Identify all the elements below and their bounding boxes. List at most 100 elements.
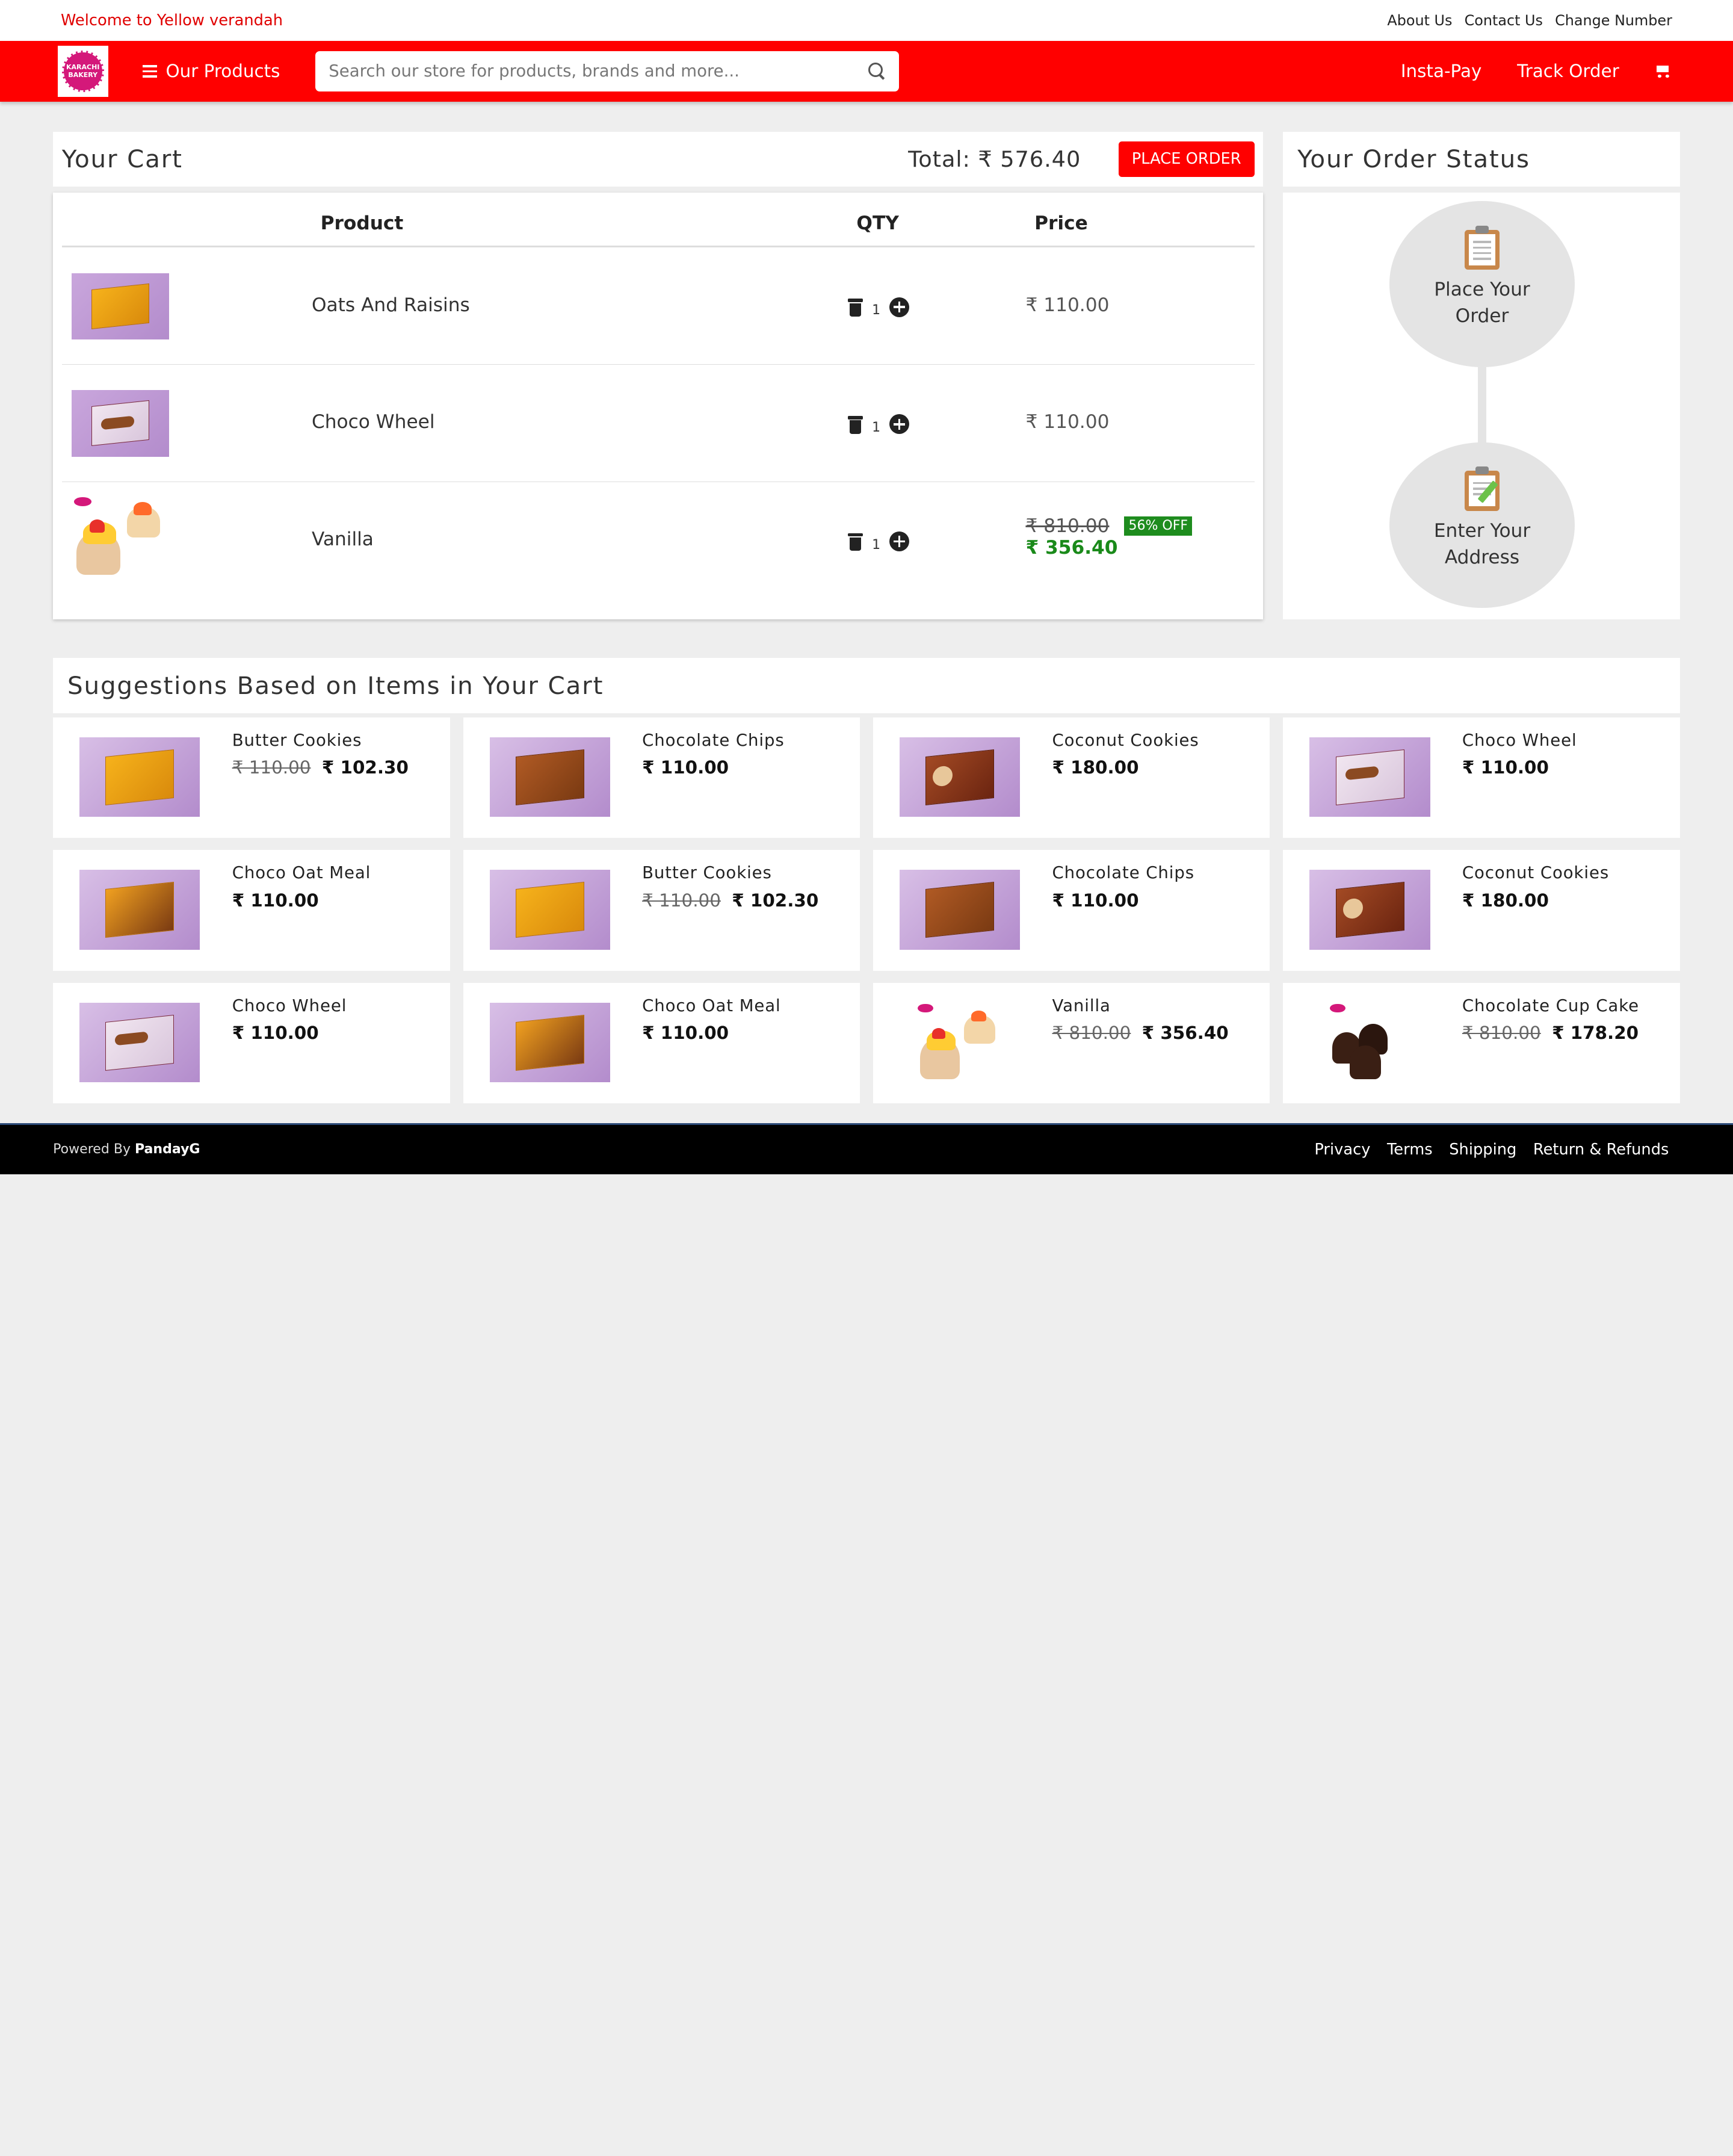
search-icon[interactable] — [868, 62, 886, 80]
discounted-price: ₹ 356.40 — [1025, 536, 1118, 559]
product-image[interactable] — [489, 870, 610, 950]
change-number-link[interactable]: Change Number — [1555, 12, 1672, 29]
search-input[interactable] — [329, 61, 868, 81]
product-name[interactable]: Choco Oat Meal — [232, 863, 371, 882]
suggestion-card[interactable]: Choco Oat Meal ₹ 110.00 — [53, 850, 450, 971]
cart-table: Product QTY Price Oats And Raisins 1 ₹ 1… — [53, 192, 1264, 619]
product-image[interactable] — [72, 390, 169, 457]
clipboard-edit-icon — [1464, 466, 1500, 511]
trash-icon[interactable] — [847, 415, 863, 434]
product-image[interactable] — [72, 493, 169, 582]
qty-control: 1 — [847, 414, 909, 435]
step-connector — [1477, 367, 1487, 447]
product-name[interactable]: Vanilla — [1052, 996, 1111, 1015]
order-status-header: Your Order Status — [1283, 131, 1680, 187]
product-image[interactable] — [489, 737, 610, 817]
suggestion-card[interactable]: Chocolate Chips ₹ 110.00 — [873, 850, 1270, 971]
suggestion-card[interactable]: Coconut Cookies ₹ 180.00 — [1283, 850, 1680, 971]
product-price: ₹ 110.00 — [1052, 890, 1139, 911]
cart-row: Oats And Raisins 1 ₹ 110.00 — [61, 247, 1255, 365]
product-price: ₹ 810.00 ₹ 356.40 — [1052, 1022, 1229, 1043]
product-image[interactable] — [489, 1002, 610, 1083]
step-place-order[interactable]: Place Your Order — [1389, 201, 1575, 367]
footer-links: Privacy Terms Shipping Return & Refunds — [1314, 1141, 1679, 1159]
product-image[interactable] — [72, 273, 169, 339]
suggestion-card[interactable]: Choco Wheel ₹ 110.00 — [53, 982, 450, 1103]
product-price: ₹ 110.00 — [1025, 411, 1110, 433]
suggestion-card[interactable]: Choco Wheel ₹ 110.00 — [1283, 717, 1680, 838]
product-image[interactable] — [79, 870, 200, 950]
product-image[interactable] — [79, 737, 200, 817]
product-price: ₹ 110.00 ₹ 102.30 — [232, 757, 409, 778]
plus-icon[interactable] — [889, 414, 909, 435]
product-image[interactable] — [79, 1002, 200, 1083]
trash-icon[interactable] — [847, 298, 863, 317]
suggestion-card[interactable]: Vanilla ₹ 810.00 ₹ 356.40 — [873, 982, 1270, 1103]
product-name[interactable]: Choco Oat Meal — [642, 996, 781, 1015]
product-price: ₹ 110.00 — [1025, 294, 1110, 316]
product-image[interactable] — [1309, 870, 1430, 950]
terms-link[interactable]: Terms — [1387, 1141, 1433, 1159]
product-price: ₹ 180.00 — [1462, 890, 1549, 911]
product-price: ₹ 110.00 — [642, 1022, 729, 1043]
return-refunds-link[interactable]: Return & Refunds — [1533, 1141, 1669, 1159]
footer: Powered By PandayG Privacy Terms Shippin… — [0, 1123, 1733, 1174]
suggestions-grid: Butter Cookies ₹ 110.00 ₹ 102.30 Chocolat… — [53, 717, 1680, 1103]
plus-icon[interactable] — [889, 297, 909, 317]
cart-icon[interactable] — [1655, 64, 1672, 79]
product-name[interactable]: Chocolate Cup Cake — [1462, 996, 1639, 1015]
powered-by: Powered By PandayG — [53, 1142, 200, 1157]
suggestion-card[interactable]: Coconut Cookies ₹ 180.00 — [873, 717, 1270, 838]
welcome-message: Welcome to Yellow verandah — [61, 11, 283, 29]
trash-icon[interactable] — [847, 532, 863, 551]
cart-row: Choco Wheel 1 ₹ 110.00 — [61, 365, 1255, 482]
suggestion-card[interactable]: Chocolate Chips ₹ 110.00 — [463, 717, 860, 838]
product-name[interactable]: Oats And Raisins — [312, 294, 470, 316]
product-image[interactable] — [1309, 737, 1430, 817]
place-order-button[interactable]: PLACE ORDER — [1118, 141, 1255, 178]
our-products-label: Our Products — [165, 61, 280, 82]
main-navbar: KARACHI BAKERY Our Products Insta-Pay Tr… — [0, 40, 1733, 102]
price-column-header: Price — [1034, 212, 1088, 234]
product-image[interactable] — [900, 737, 1021, 817]
product-image[interactable] — [900, 1002, 1021, 1083]
suggestion-card[interactable]: Chocolate Cup Cake ₹ 810.00 ₹ 178.20 — [1283, 982, 1680, 1103]
product-name[interactable]: Choco Wheel — [1462, 731, 1577, 750]
product-name[interactable]: Chocolate Chips — [642, 731, 785, 750]
product-image[interactable] — [900, 870, 1021, 950]
product-name[interactable]: Coconut Cookies — [1462, 863, 1609, 882]
product-name[interactable]: Butter Cookies — [642, 863, 772, 882]
product-price: ₹ 810.00 ₹ 178.20 — [1462, 1022, 1639, 1043]
contact-us-link[interactable]: Contact Us — [1465, 12, 1543, 29]
track-order-link[interactable]: Track Order — [1517, 61, 1619, 81]
suggestions-header: Suggestions Based on Items in Your Cart — [53, 657, 1680, 713]
order-status-panel: Place Your Order Enter Your Address — [1283, 192, 1680, 619]
product-name[interactable]: Butter Cookies — [232, 731, 362, 750]
qty-value: 1 — [872, 537, 881, 553]
plus-icon[interactable] — [889, 531, 909, 552]
product-image[interactable] — [1309, 1002, 1430, 1083]
product-name[interactable]: Coconut Cookies — [1052, 731, 1199, 750]
product-price: ₹ 110.00 — [232, 890, 319, 911]
powered-by-link[interactable]: PandayG — [135, 1142, 200, 1157]
suggestion-card[interactable]: Butter Cookies ₹ 110.00 ₹ 102.30 — [53, 717, 450, 838]
about-us-link[interactable]: About Us — [1387, 12, 1452, 29]
suggestion-card[interactable]: Choco Oat Meal ₹ 110.00 — [463, 982, 860, 1103]
shipping-link[interactable]: Shipping — [1449, 1141, 1516, 1159]
cart-total: Total: ₹ 576.40 — [908, 146, 1081, 172]
suggestion-card[interactable]: Butter Cookies ₹ 110.00 ₹ 102.30 — [463, 850, 860, 971]
store-logo[interactable]: KARACHI BAKERY — [57, 46, 108, 97]
qty-control: 1 — [847, 531, 909, 553]
insta-pay-link[interactable]: Insta-Pay — [1401, 61, 1481, 81]
product-name[interactable]: Choco Wheel — [312, 411, 435, 433]
step-label: Enter Your Address — [1433, 519, 1531, 568]
product-name[interactable]: Vanilla — [312, 528, 374, 550]
privacy-link[interactable]: Privacy — [1314, 1141, 1370, 1159]
step-enter-address[interactable]: Enter Your Address — [1389, 442, 1575, 609]
product-price: ₹ 110.00 — [1462, 757, 1549, 778]
our-products-button[interactable]: Our Products — [142, 61, 280, 82]
product-name[interactable]: Chocolate Chips — [1052, 863, 1195, 882]
discount-badge: 56% OFF — [1124, 516, 1193, 536]
product-name[interactable]: Choco Wheel — [232, 996, 347, 1015]
qty-control: 1 — [847, 296, 909, 318]
